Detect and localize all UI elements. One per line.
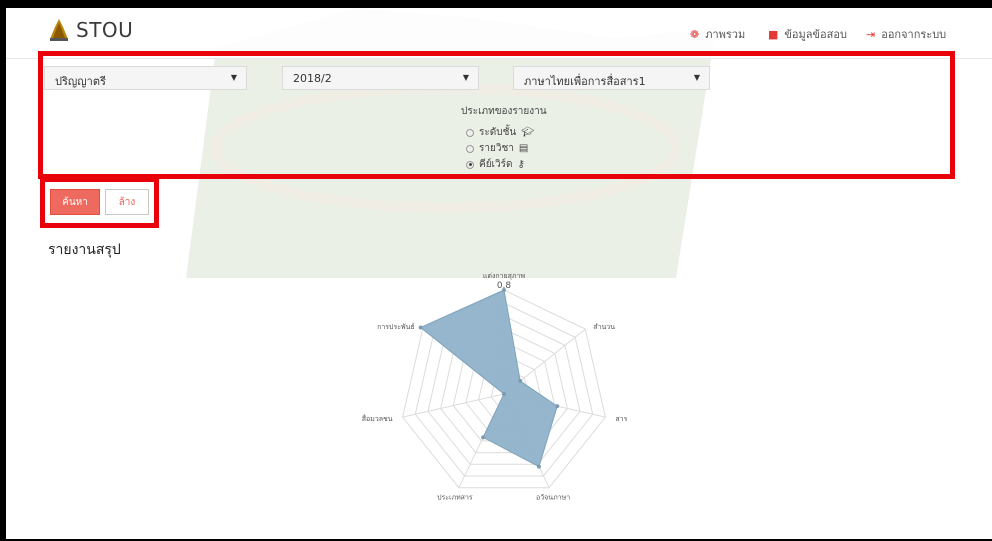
radar-data-point xyxy=(481,435,486,440)
radar-category-label: สาร xyxy=(615,415,627,423)
radar-data-point xyxy=(555,404,560,409)
radar-data-point xyxy=(418,325,423,330)
app-window: STOU ❁ ภาพรวม ■ ข้อมูลข้อสอบ ⇥ ออกจากระบ… xyxy=(6,8,992,539)
radar-chart: แต่งกายสุภาพสำนวนสารอวัจนภาษา ประเภทสาร สื… xyxy=(362,272,628,502)
radar-category-label: สำนวน xyxy=(593,323,615,331)
radar-category-label: แต่งกายสุภาพ xyxy=(483,272,526,280)
radar-data-point xyxy=(536,464,541,469)
radar-category-label: การประพันธ์ xyxy=(377,323,415,331)
radar-tick-label: 0.8 xyxy=(497,281,512,291)
radar-data-point xyxy=(518,379,523,384)
radar-spoke xyxy=(402,393,505,418)
radar-category-label: สื่อมวลชน xyxy=(362,414,393,423)
radar-category-label: อวัจนภาษา xyxy=(536,494,570,502)
radar-data-point xyxy=(502,392,506,396)
radar-category-label: ประเภทสาร xyxy=(437,494,473,502)
